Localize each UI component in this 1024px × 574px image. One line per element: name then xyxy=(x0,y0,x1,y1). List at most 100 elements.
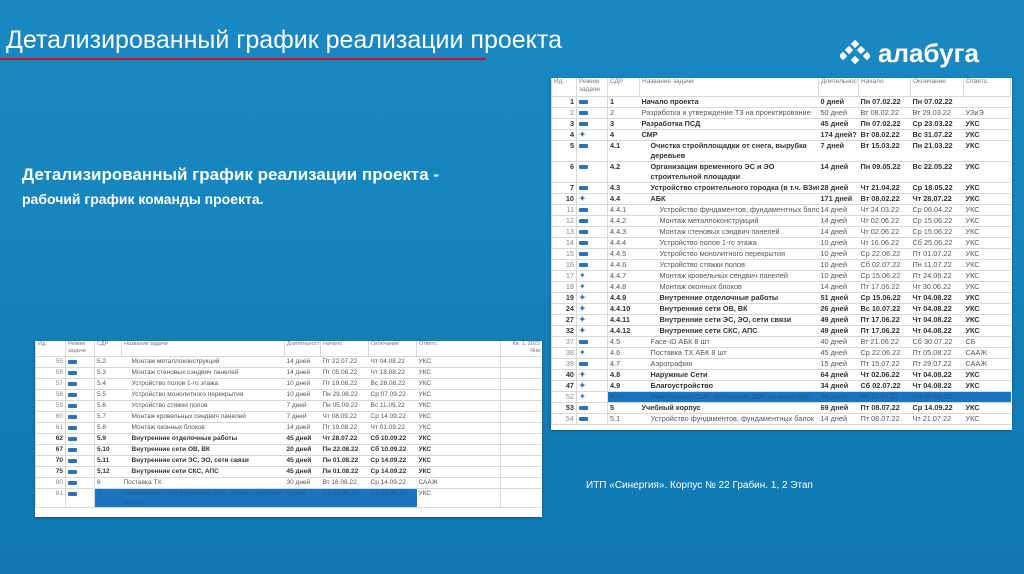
task-start-cell[interactable]: Чт 21.04.22 xyxy=(858,182,911,194)
task-resp-cell[interactable]: УКС xyxy=(963,129,1011,141)
task-name-cell[interactable]: Монтаж кровельных сендвич панелей xyxy=(639,270,819,282)
task-id-cell[interactable]: 17 xyxy=(551,270,577,282)
task-id-cell[interactable]: 5 xyxy=(551,140,577,162)
task-wbs-cell[interactable]: 4.4.4 xyxy=(607,237,640,249)
task-wbs-cell[interactable]: 5.10 xyxy=(94,444,122,456)
task-name-cell[interactable]: СМР xyxy=(639,129,819,141)
task-mode-cell[interactable] xyxy=(65,466,95,478)
task-id-cell[interactable]: 7 xyxy=(551,182,577,194)
task-dur-cell[interactable]: 40 дней xyxy=(818,336,859,348)
task-start-cell[interactable]: Чт 16.06.22 xyxy=(858,237,911,249)
task-name-cell[interactable]: Устройство строительного городка (в т.ч.… xyxy=(639,182,819,194)
task-resp-cell[interactable]: УКС xyxy=(963,380,1011,392)
task-row[interactable]: 47 ✦ 4.9 Благоустройство 34 дней Сб 02.07.22 Ч… xyxy=(551,380,1011,392)
task-mode-cell[interactable] xyxy=(576,336,608,348)
column-header-id[interactable]: Ид. xyxy=(551,78,577,97)
task-id-cell[interactable]: 11 xyxy=(551,204,577,216)
task-end-cell[interactable]: Сб 10.09.22 xyxy=(368,444,417,456)
task-wbs-cell[interactable]: 4.6 xyxy=(607,347,640,359)
task-dur-cell[interactable]: 14 дней xyxy=(818,215,859,227)
task-dur-cell[interactable]: 14 дней xyxy=(818,413,859,425)
task-name-cell[interactable]: Внутренние сети ОВ, ВК xyxy=(639,303,819,315)
task-id-cell[interactable]: 53 xyxy=(551,402,577,414)
task-wbs-cell[interactable]: 7 xyxy=(94,488,122,508)
task-row[interactable]: 14 4.4.4 Устройство полов 1-го этажа 10 дне… xyxy=(551,237,1011,249)
task-mode-cell[interactable] xyxy=(576,204,608,216)
task-end-cell[interactable]: Чт 04.08.22 xyxy=(910,303,964,315)
task-id-cell[interactable]: 62 xyxy=(35,433,66,445)
task-dur-cell[interactable]: 49 дней xyxy=(818,325,859,337)
task-mode-cell[interactable] xyxy=(576,107,608,119)
task-row[interactable]: 53 5 Учебный корпус 69 дней Пт 08.07.22 Ср 14… xyxy=(551,402,1011,414)
task-row[interactable]: 39 4.7 Аэрография 15 дней Пт 15.07.22 Пт 29.0… xyxy=(551,358,1011,370)
column-header-resp[interactable]: Ответс. xyxy=(963,78,1011,97)
task-id-cell[interactable]: 32 xyxy=(551,325,577,337)
task-end-cell[interactable]: Вт 29.03.22 xyxy=(910,107,964,119)
task-dur-cell[interactable]: 28 дней xyxy=(818,182,859,194)
task-resp-cell[interactable]: УКС xyxy=(416,411,501,423)
task-start-cell[interactable]: Пн 01.08.22 xyxy=(320,466,369,478)
task-mode-cell[interactable]: ✦ xyxy=(576,270,608,282)
task-wbs-cell[interactable]: 4.9 xyxy=(607,380,640,392)
task-start-cell[interactable]: Чт 24.03.22 xyxy=(858,204,911,216)
task-end-cell[interactable]: Чт 30.06.22 xyxy=(910,281,964,293)
task-resp-cell[interactable]: УКС xyxy=(416,400,501,412)
task-mode-cell[interactable] xyxy=(65,422,95,434)
task-mode-cell[interactable] xyxy=(65,411,95,423)
task-wbs-cell[interactable]: 4.4.10 xyxy=(607,303,640,315)
task-resp-cell[interactable]: УКС xyxy=(416,444,501,456)
task-start-cell[interactable]: Пн 01.08.22 xyxy=(320,455,369,467)
task-name-cell[interactable]: Устройство монолитного перекрытия xyxy=(639,248,819,260)
task-resp-cell[interactable]: УКС xyxy=(963,292,1011,304)
task-mode-cell[interactable] xyxy=(576,358,608,370)
task-start-cell[interactable]: Ср 15.06.22 xyxy=(858,292,911,304)
task-name-cell[interactable]: Монтаж стеновых сэндвич панелей xyxy=(639,226,819,238)
task-dur-cell[interactable]: 14 дней xyxy=(818,281,859,293)
column-header-mode[interactable]: Режим задачи xyxy=(65,341,95,357)
task-name-cell[interactable]: Монтаж кровельных сендвич панелей xyxy=(121,411,285,423)
task-end-cell[interactable]: Пн 11.07.22 xyxy=(910,259,964,271)
task-row[interactable]: 62 5.9 Внутренние отделочные работы 45 дней… xyxy=(35,433,542,445)
task-id-cell[interactable]: 57 xyxy=(35,378,66,390)
task-start-cell[interactable]: Чт 08.09.22 xyxy=(320,411,369,423)
task-row[interactable]: 15 4.4.5 Устройство монолитного перекрытия… xyxy=(551,248,1011,260)
task-wbs-cell[interactable]: 4.4.5 xyxy=(607,248,640,260)
task-start-cell[interactable]: Чт 02.06.22 xyxy=(858,226,911,238)
task-row[interactable]: 55 5.2 Монтаж металлоконструкций 14 дней Пт … xyxy=(35,356,542,368)
task-name-cell[interactable]: Поставка ТХ xyxy=(121,477,285,489)
task-mode-cell[interactable]: ✦ xyxy=(576,193,608,205)
task-start-cell[interactable]: Пн 07.02.22 xyxy=(858,118,911,130)
task-resp-cell[interactable]: УКС xyxy=(416,378,501,390)
task-id-cell[interactable]: 80 xyxy=(35,477,66,489)
task-mode-cell[interactable]: ✦ xyxy=(576,391,608,403)
task-id-cell[interactable]: 81 xyxy=(35,488,66,508)
task-resp-cell[interactable]: УКС xyxy=(963,204,1011,216)
task-end-cell[interactable]: Сб 30.07.22 xyxy=(910,336,964,348)
task-end-cell[interactable]: Ср 18.05.22 xyxy=(910,182,964,194)
task-name-cell[interactable]: Внутренние отделочные работы xyxy=(639,292,819,304)
task-row[interactable]: 61 5.8 Монтаж оконных блоков 14 дней Пт 19.0… xyxy=(35,422,542,434)
task-wbs-cell[interactable]: 4.4.11 xyxy=(607,314,640,326)
task-row[interactable]: 60 5.7 Монтаж кровельных сендвич панелей 7 … xyxy=(35,411,542,423)
column-header-wbs[interactable]: СДР xyxy=(94,341,122,357)
task-dur-cell[interactable]: 14 дней xyxy=(818,226,859,238)
task-end-cell[interactable]: Чт 01.09.22 xyxy=(368,422,417,434)
task-row[interactable]: 75 5.12 Внутренние сети СКС, АПС 45 дней Пн … xyxy=(35,466,542,478)
task-start-cell[interactable]: Пт 22.07.22 xyxy=(320,356,369,368)
task-name-cell[interactable]: Разработка ПСД xyxy=(639,118,819,130)
task-row[interactable]: 1 1 Начало проекта 0 дней Пн 07.02.22 Пн 07.0… xyxy=(551,96,1011,108)
task-dur-cell[interactable]: 64 дней xyxy=(818,369,859,381)
task-dur-cell[interactable]: 10 дней xyxy=(818,248,859,260)
task-start-cell[interactable]: Пн 29.08.22 xyxy=(320,389,369,401)
task-mode-cell[interactable]: ✦ xyxy=(576,292,608,304)
task-start-cell[interactable]: Вт 21.06.22 xyxy=(858,336,911,348)
task-mode-cell[interactable] xyxy=(576,182,608,194)
task-end-cell[interactable]: Пн 21.03.22 xyxy=(910,140,964,162)
task-start-cell[interactable]: Пт 17.06.22 xyxy=(858,314,911,326)
task-wbs-cell[interactable]: 4.7 xyxy=(607,358,640,370)
task-row[interactable]: 12 4.4.2 Монтаж металлоконструкций 14 дней Ч… xyxy=(551,215,1011,227)
task-mode-cell[interactable] xyxy=(65,488,95,508)
task-mode-cell[interactable] xyxy=(576,226,608,238)
task-row[interactable]: 6 4.2 Организация временного ЭС и ЭО строи… xyxy=(551,161,1011,183)
task-name-cell[interactable]: Внутренние сети СКС, АПС xyxy=(121,466,285,478)
